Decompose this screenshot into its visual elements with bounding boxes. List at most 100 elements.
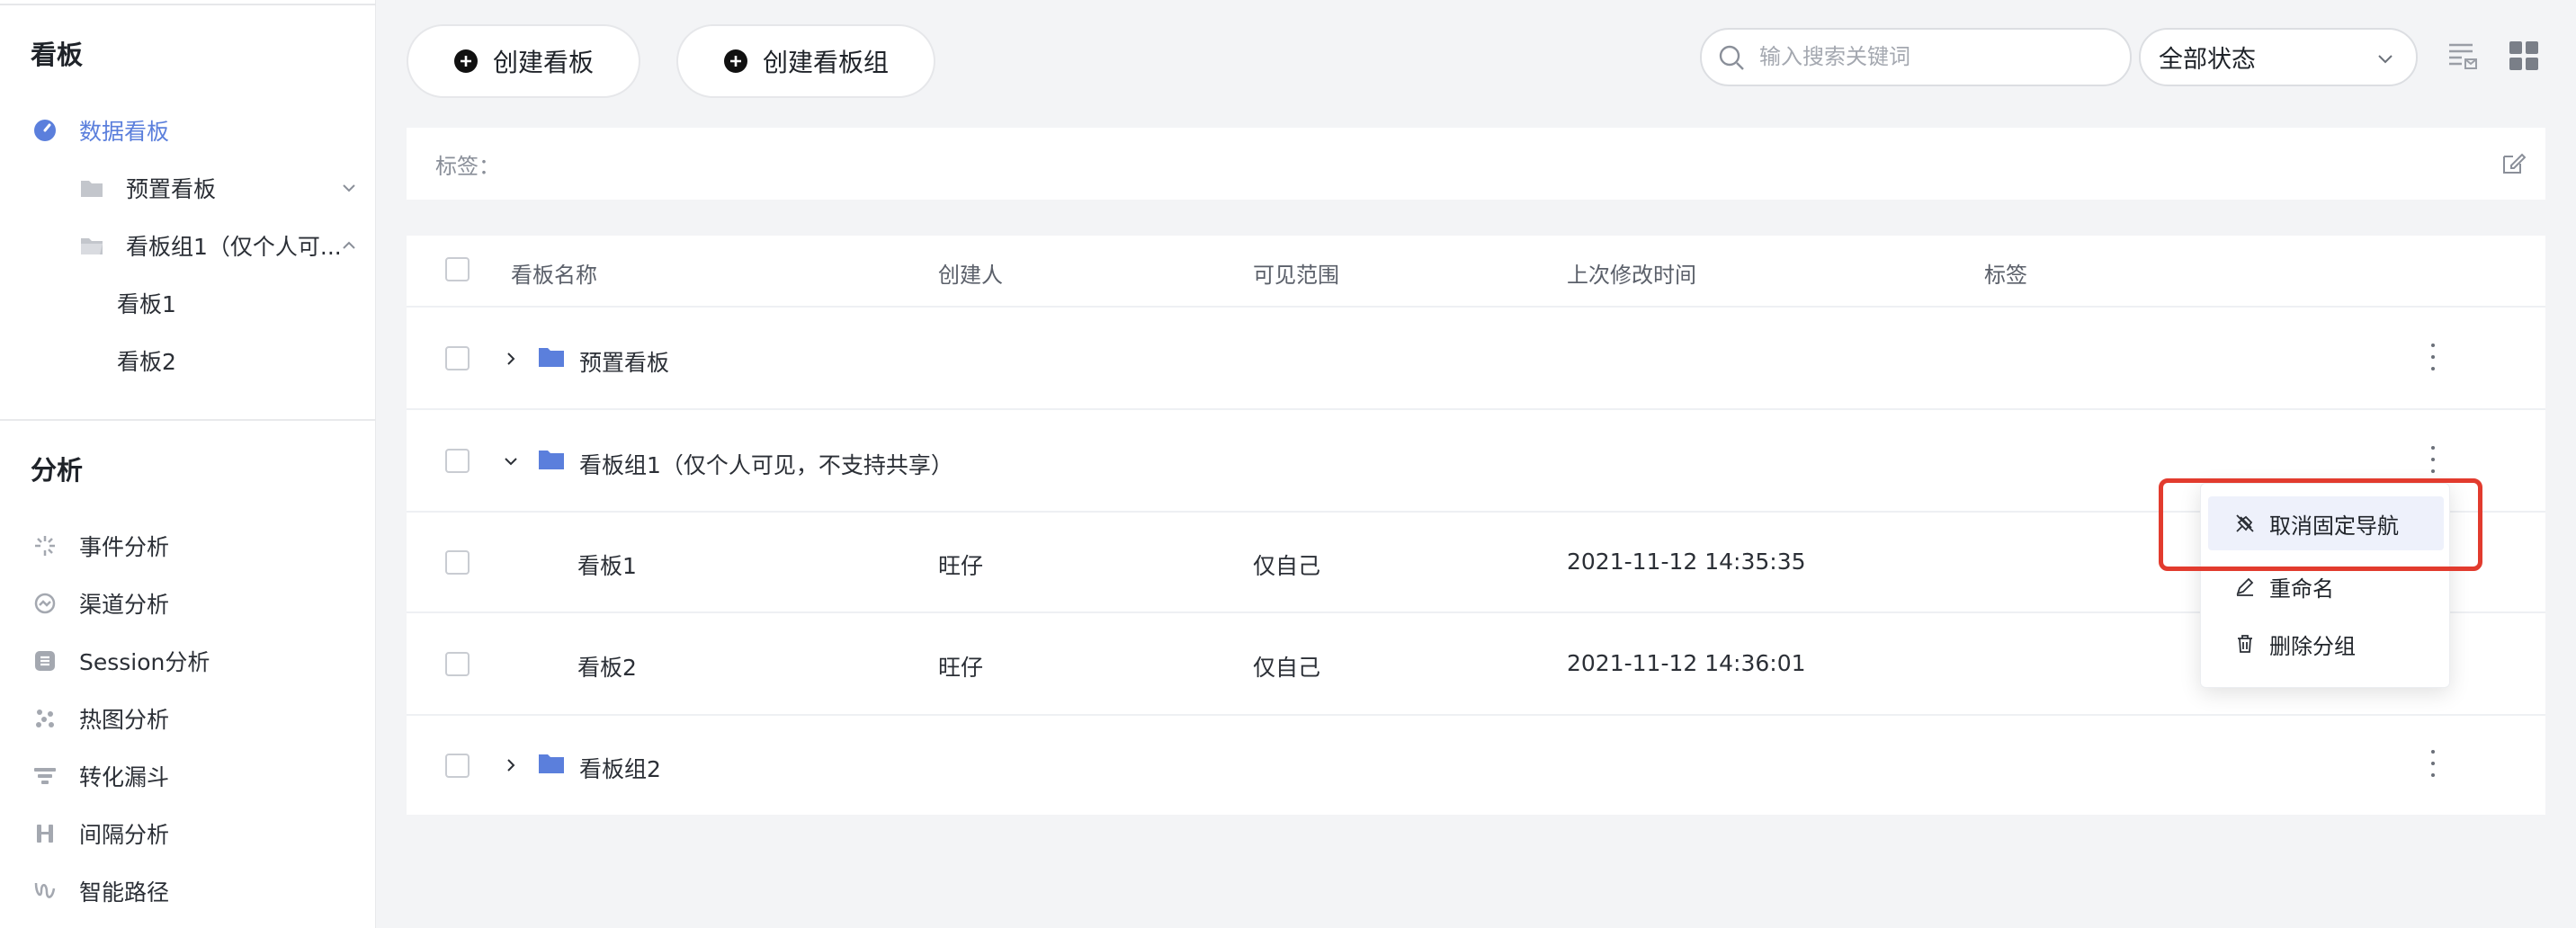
column-header-name: 看板名称	[511, 263, 597, 288]
search-icon	[1719, 45, 1744, 70]
sidebar-item-smart-path[interactable]: 智能路径	[32, 866, 169, 916]
row-checkbox[interactable]	[445, 652, 470, 676]
column-header-modified: 上次修改时间	[1567, 263, 1696, 288]
column-header-tags: 标签	[1984, 263, 2027, 288]
folder-icon	[539, 348, 564, 367]
status-select-value: 全部状态	[2159, 46, 2256, 74]
more-icon[interactable]	[2428, 446, 2437, 473]
funnel-icon	[32, 763, 58, 789]
plus-circle-icon	[724, 49, 747, 73]
tag-label: 标签：	[435, 153, 500, 179]
group-context-menu: 取消固定导航 重命名 删除分组	[2200, 483, 2450, 688]
folder-icon	[539, 754, 564, 773]
sidebar-item-label: 看板组1（仅个人可...	[126, 234, 342, 260]
more-icon[interactable]	[2428, 344, 2437, 370]
trash-icon	[2238, 635, 2252, 653]
channel-icon	[32, 591, 58, 616]
sidebar-item-label: 渠道分析	[79, 592, 170, 618]
session-icon	[32, 648, 58, 674]
sidebar-item-label: 事件分析	[79, 534, 170, 560]
chevron-up-icon[interactable]	[340, 236, 358, 254]
search-box	[1700, 28, 2132, 86]
sidebar-item-preset-boards[interactable]: 预置看板	[79, 163, 355, 213]
row-name[interactable]: 看板1	[577, 549, 637, 581]
table-header: 看板名称 创建人 可见范围 上次修改时间 标签	[407, 236, 2545, 308]
sidebar: 看板 数据看板 预置看板 看板组1（仅个人可... 看板1 看板2 分析 事件分…	[0, 0, 376, 928]
column-header-creator: 创建人	[938, 263, 1003, 288]
sidebar-item-session-analysis[interactable]: Session分析	[32, 636, 210, 686]
sidebar-item-label: 看板2	[117, 349, 176, 375]
folder-icon	[79, 175, 104, 201]
rename-menu-item[interactable]: 重命名	[2208, 559, 2444, 613]
row-name: 看板组2	[579, 756, 661, 782]
interval-icon	[32, 821, 58, 846]
sidebar-item-heatmap-analysis[interactable]: 热图分析	[32, 693, 169, 744]
unpin-navigation-menu-item[interactable]: 取消固定导航	[2208, 496, 2444, 550]
sidebar-item-label: 预置看板	[126, 176, 217, 202]
menu-item-label: 取消固定导航	[2269, 513, 2399, 539]
row-modified: 2021-11-12 14:36:01	[1567, 650, 1806, 676]
create-board-button[interactable]: 创建看板	[407, 24, 640, 98]
search-input[interactable]	[1759, 44, 2101, 70]
sidebar-item-conversion-funnel[interactable]: 转化漏斗	[32, 751, 169, 801]
event-icon	[32, 533, 58, 558]
sidebar-item-interval-analysis[interactable]: 间隔分析	[32, 808, 169, 859]
table-row[interactable]: 预置看板	[407, 308, 2545, 410]
path-icon	[32, 879, 58, 904]
folder-open-icon	[539, 451, 564, 469]
sidebar-section-title-kanban: 看板	[31, 40, 84, 70]
sidebar-item-board-1[interactable]: 看板1	[117, 278, 176, 328]
row-creator: 旺仔	[938, 655, 984, 681]
sidebar-item-board-2[interactable]: 看板2	[117, 335, 176, 386]
sidebar-item-channel-analysis[interactable]: 渠道分析	[32, 578, 169, 629]
row-modified: 2021-11-12 14:35:35	[1567, 549, 1806, 575]
sidebar-item-board-group-1[interactable]: 看板组1（仅个人可...	[79, 220, 355, 271]
more-icon[interactable]	[2428, 750, 2437, 777]
status-select[interactable]: 全部状态	[2139, 28, 2418, 86]
edit-tags-icon[interactable]	[2500, 151, 2526, 176]
row-checkbox[interactable]	[445, 754, 470, 778]
row-name: 预置看板	[579, 350, 670, 376]
menu-item-label: 重命名	[2269, 576, 2334, 602]
sidebar-item-event-analysis[interactable]: 事件分析	[32, 521, 169, 571]
sidebar-divider	[0, 419, 376, 421]
row-visibility: 仅自己	[1253, 553, 1321, 579]
edit-icon	[2236, 577, 2254, 596]
row-checkbox[interactable]	[445, 346, 470, 370]
sidebar-item-label: 看板1	[117, 291, 176, 317]
row-name[interactable]: 看板2	[577, 650, 637, 683]
row-visibility: 仅自己	[1253, 655, 1321, 681]
folder-open-icon	[79, 233, 104, 258]
sidebar-item-label: 间隔分析	[79, 822, 170, 848]
plus-circle-icon	[454, 49, 478, 73]
sidebar-item-label: 智能路径	[79, 879, 170, 906]
sidebar-item-label: 热图分析	[79, 707, 170, 733]
sidebar-item-label: 数据看板	[79, 119, 170, 145]
chevron-down-icon[interactable]	[340, 179, 358, 197]
row-checkbox[interactable]	[445, 550, 470, 575]
heatmap-icon	[32, 706, 58, 731]
row-checkbox[interactable]	[445, 449, 470, 473]
sidebar-item-data-dashboard[interactable]: 数据看板	[32, 105, 169, 156]
chevron-down-icon	[2378, 55, 2393, 64]
menu-item-label: 删除分组	[2269, 633, 2356, 659]
row-name: 看板组1（仅个人可见，不支持共享）	[579, 452, 953, 478]
delete-group-menu-item[interactable]: 删除分组	[2208, 617, 2444, 671]
table-row[interactable]: 看板组2	[407, 716, 2545, 815]
sidebar-top-divider	[0, 0, 376, 5]
create-board-group-button[interactable]: 创建看板组	[676, 24, 935, 98]
unpin-icon	[2236, 514, 2254, 532]
list-view-icon[interactable]	[2446, 40, 2479, 72]
chevron-right-icon[interactable]	[502, 350, 520, 368]
sidebar-item-label: Session分析	[79, 649, 210, 675]
column-header-visibility: 可见范围	[1253, 263, 1339, 288]
chevron-down-icon[interactable]	[502, 452, 520, 470]
row-creator: 旺仔	[938, 553, 984, 579]
create-board-group-label: 创建看板组	[763, 48, 890, 77]
sidebar-item-label: 转化漏斗	[79, 764, 170, 790]
select-all-checkbox[interactable]	[445, 257, 470, 281]
dashboard-icon	[32, 118, 58, 143]
grid-view-icon[interactable]	[2508, 40, 2540, 72]
create-board-label: 创建看板	[493, 48, 595, 77]
chevron-right-icon[interactable]	[502, 756, 520, 774]
